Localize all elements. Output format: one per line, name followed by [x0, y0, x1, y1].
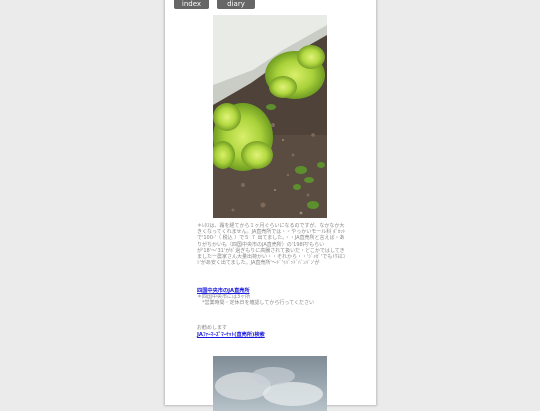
- recommend-label: お勧めします: [197, 325, 228, 331]
- entry-body-text: ＊ﾚﾀｽは、霜を経てから１ヶ月ぐらいになるのですが、なかなか大きくなってくれませ…: [197, 223, 346, 267]
- sky-photo: [213, 356, 327, 411]
- note-check-hours: *営業時間・定休日を確認してから行ってください: [197, 300, 314, 306]
- index-button[interactable]: index: [174, 0, 209, 9]
- diary-index-button[interactable]: diary index: [217, 0, 255, 17]
- ja-farmers-market-search-link[interactable]: JAﾌｧｰﾏｰｽﾞﾏｰｹｯﾄ(直売所)検索: [197, 332, 347, 338]
- lettuce-photo: [213, 15, 327, 218]
